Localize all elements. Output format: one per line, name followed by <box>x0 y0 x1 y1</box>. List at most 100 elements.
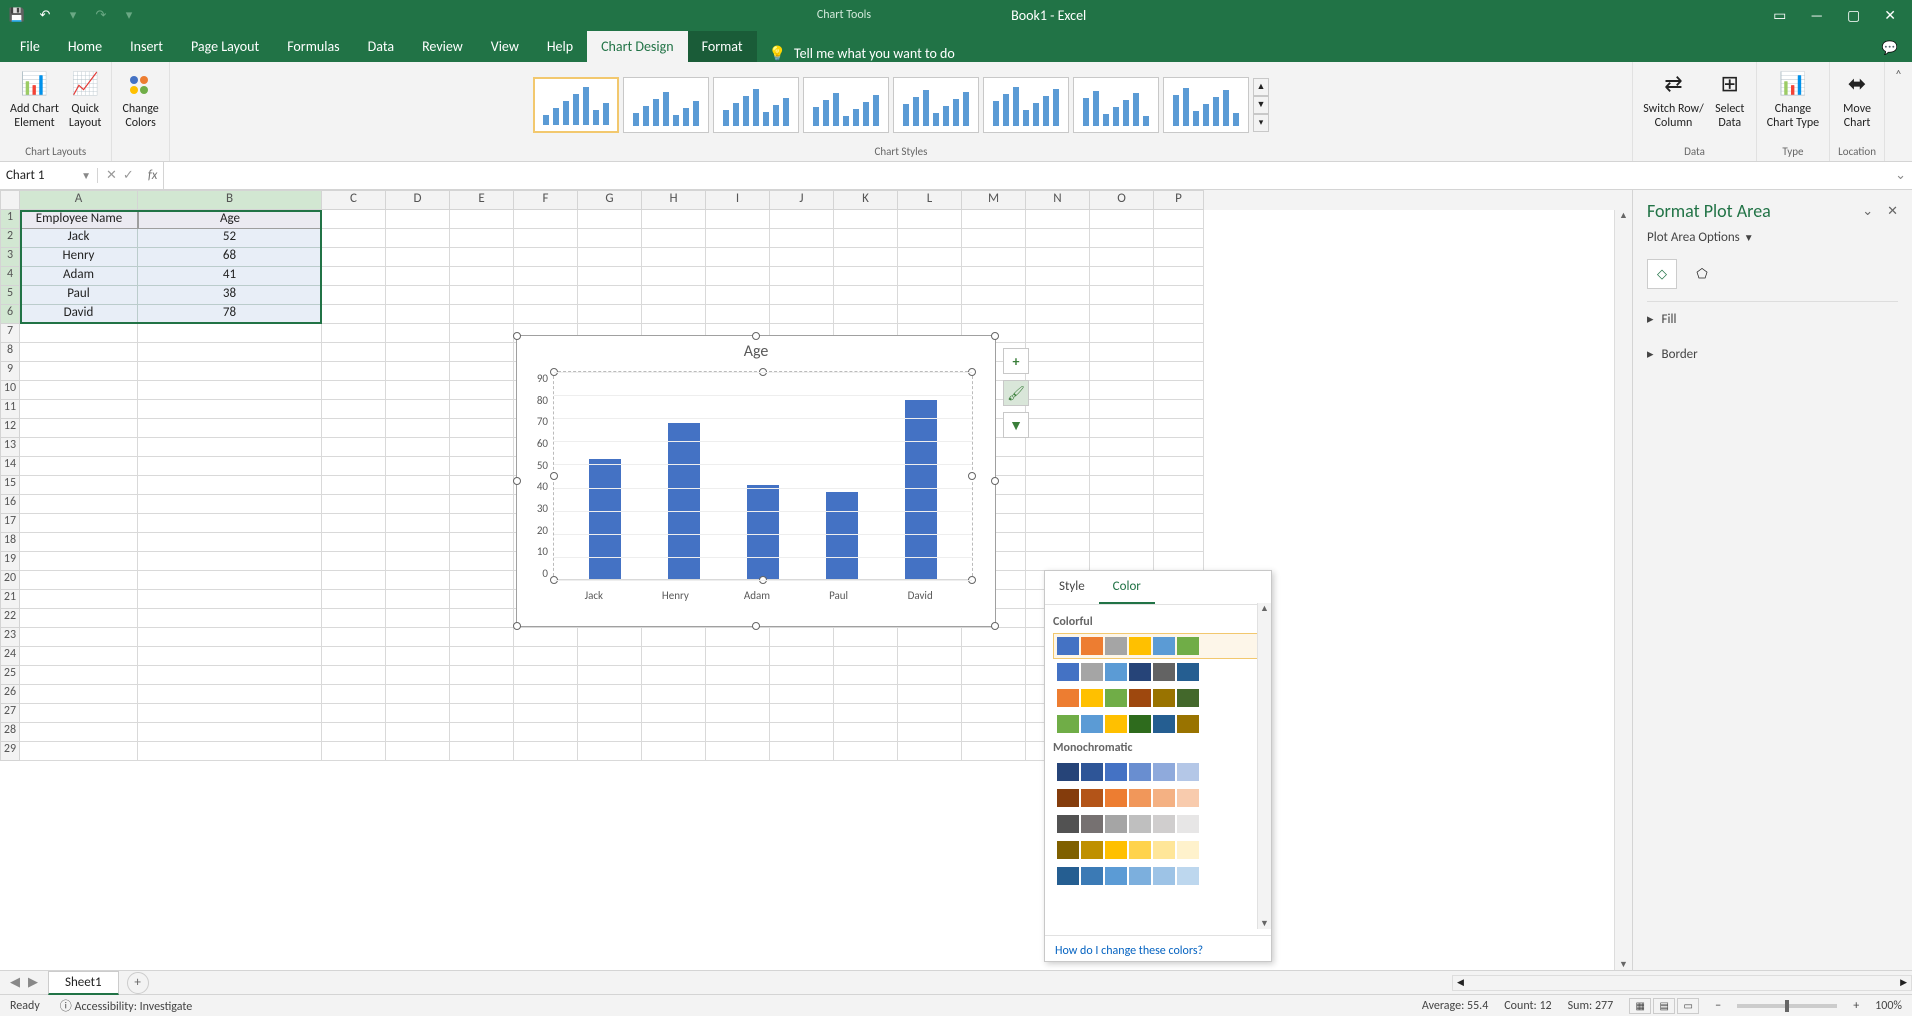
cell[interactable] <box>642 647 706 666</box>
comments-icon[interactable]: 💬 <box>1868 35 1912 62</box>
cell[interactable] <box>386 533 450 552</box>
cell[interactable] <box>1154 381 1204 400</box>
cell[interactable] <box>1026 286 1090 305</box>
effects-tab-icon[interactable]: ⬠ <box>1687 259 1717 289</box>
cell[interactable] <box>1154 457 1204 476</box>
cell[interactable] <box>386 647 450 666</box>
cell[interactable] <box>834 685 898 704</box>
cell[interactable] <box>138 552 322 571</box>
row-header[interactable]: 7 <box>0 324 20 343</box>
cell[interactable] <box>1026 210 1090 229</box>
chart-bars[interactable] <box>554 372 972 580</box>
chart-style-thumbnail[interactable] <box>1163 77 1249 133</box>
cell[interactable] <box>138 742 322 761</box>
cell[interactable] <box>20 609 138 628</box>
cell[interactable] <box>322 267 386 286</box>
cell[interactable]: Adam <box>20 267 138 286</box>
cell[interactable] <box>1026 533 1090 552</box>
cell[interactable] <box>642 210 706 229</box>
cell[interactable] <box>386 723 450 742</box>
cell[interactable] <box>386 324 450 343</box>
cell[interactable] <box>1154 362 1204 381</box>
cell[interactable] <box>770 647 834 666</box>
cell[interactable] <box>450 704 514 723</box>
row-header[interactable]: 3 <box>0 248 20 267</box>
cell[interactable] <box>322 476 386 495</box>
cell[interactable] <box>706 704 770 723</box>
cell[interactable] <box>322 362 386 381</box>
cell[interactable] <box>706 248 770 267</box>
cell[interactable] <box>386 229 450 248</box>
cell[interactable] <box>1026 229 1090 248</box>
cell[interactable] <box>450 476 514 495</box>
chart-style-thumbnail[interactable] <box>533 77 619 133</box>
cell[interactable] <box>514 286 578 305</box>
cell[interactable] <box>386 609 450 628</box>
cell[interactable] <box>138 590 322 609</box>
cell[interactable] <box>642 742 706 761</box>
cell[interactable] <box>1154 514 1204 533</box>
cell[interactable] <box>386 248 450 267</box>
cell[interactable] <box>898 248 962 267</box>
chart-style-thumbnail[interactable] <box>1073 77 1159 133</box>
cell[interactable] <box>20 324 138 343</box>
cell[interactable] <box>770 229 834 248</box>
cell[interactable] <box>386 457 450 476</box>
cell[interactable] <box>322 248 386 267</box>
cell[interactable] <box>322 229 386 248</box>
cell[interactable] <box>898 723 962 742</box>
column-header[interactable]: J <box>770 190 834 210</box>
cell[interactable] <box>834 267 898 286</box>
chart-style-thumbnail[interactable] <box>623 77 709 133</box>
cell[interactable] <box>322 495 386 514</box>
cell[interactable] <box>962 647 1026 666</box>
cell[interactable] <box>1090 457 1154 476</box>
cell[interactable] <box>138 647 322 666</box>
name-box[interactable]: Chart 1 ▼ <box>0 168 98 183</box>
color-scheme-option[interactable] <box>1053 785 1263 811</box>
cell[interactable] <box>514 305 578 324</box>
cell[interactable] <box>514 628 578 647</box>
cell[interactable] <box>1090 305 1154 324</box>
row-header[interactable]: 24 <box>0 647 20 666</box>
row-header[interactable]: 15 <box>0 476 20 495</box>
cell[interactable] <box>1026 324 1090 343</box>
cell[interactable] <box>20 723 138 742</box>
cell[interactable] <box>962 704 1026 723</box>
cell[interactable] <box>1090 552 1154 571</box>
cell[interactable] <box>1026 381 1090 400</box>
cell[interactable] <box>578 229 642 248</box>
cell[interactable] <box>322 647 386 666</box>
cell[interactable] <box>138 685 322 704</box>
cell[interactable] <box>770 267 834 286</box>
row-header[interactable]: 22 <box>0 609 20 628</box>
cell[interactable] <box>770 286 834 305</box>
cell[interactable] <box>514 647 578 666</box>
cell[interactable] <box>642 229 706 248</box>
cell[interactable] <box>1090 210 1154 229</box>
cell[interactable] <box>962 267 1026 286</box>
qat-dropdown-icon[interactable]: ▾ <box>64 6 82 24</box>
name-box-dropdown-icon[interactable]: ▼ <box>81 169 91 182</box>
plot-handle[interactable] <box>550 472 558 480</box>
cell[interactable] <box>898 666 962 685</box>
cell[interactable] <box>962 685 1026 704</box>
column-header[interactable]: K <box>834 190 898 210</box>
cell[interactable] <box>322 343 386 362</box>
cell[interactable] <box>138 419 322 438</box>
column-header[interactable]: P <box>1154 190 1204 210</box>
cell[interactable] <box>386 590 450 609</box>
cell[interactable] <box>578 248 642 267</box>
cell[interactable] <box>1090 286 1154 305</box>
horizontal-scrollbar[interactable]: ◀ ▶ <box>1452 975 1912 991</box>
cell[interactable] <box>20 457 138 476</box>
cell[interactable] <box>450 590 514 609</box>
cell[interactable] <box>1090 343 1154 362</box>
cell[interactable] <box>322 286 386 305</box>
cell[interactable] <box>834 628 898 647</box>
row-header[interactable]: 8 <box>0 343 20 362</box>
cell[interactable] <box>834 704 898 723</box>
flyout-tab-color[interactable]: Color <box>1099 571 1155 604</box>
cell[interactable] <box>834 210 898 229</box>
tab-data[interactable]: Data <box>354 31 408 62</box>
